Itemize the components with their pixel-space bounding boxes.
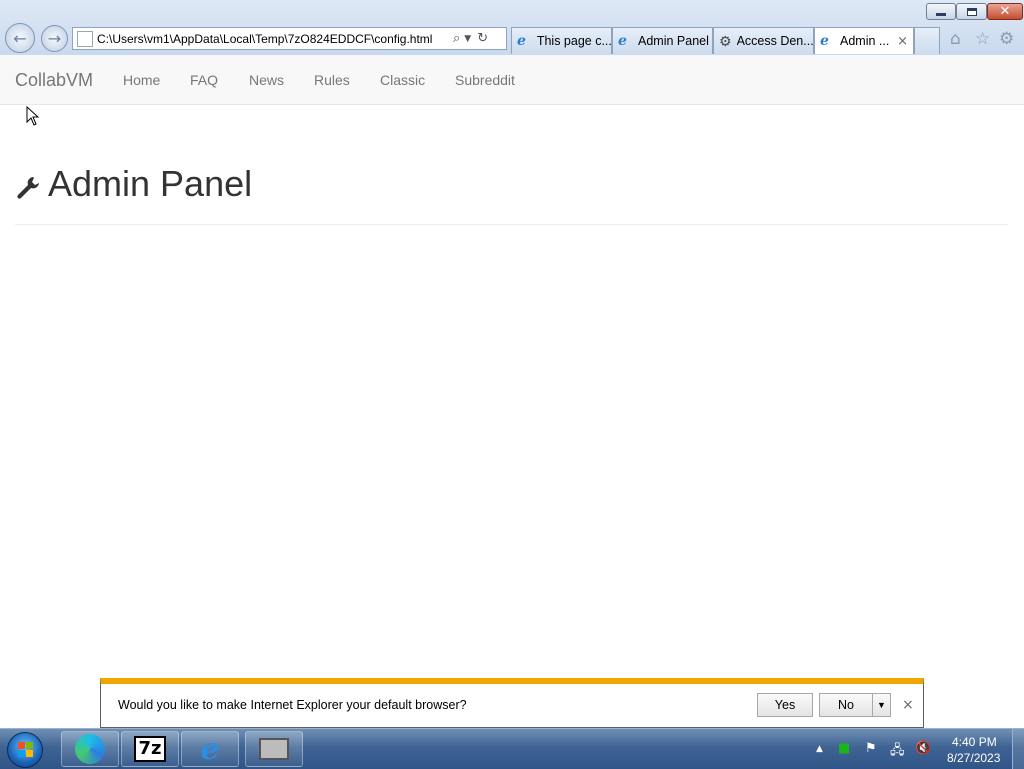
mouse-cursor-icon (26, 106, 40, 126)
gear-icon: ⚙ (719, 32, 732, 49)
close-window-button[interactable]: ✕ (987, 3, 1023, 20)
notification-message: Would you like to make Internet Explorer… (118, 698, 467, 712)
monitor-icon (259, 738, 289, 760)
clock-time[interactable]: 4:40 PM (952, 735, 997, 749)
address-text[interactable]: C:\Users\vm1\AppData\Local\Temp\7zO824ED… (97, 32, 447, 46)
start-button[interactable] (7, 732, 43, 768)
page-icon (77, 30, 93, 47)
nav-faq[interactable]: FAQ (190, 72, 218, 88)
nav-home[interactable]: Home (123, 72, 160, 88)
search-icon[interactable]: ⌕ (453, 31, 460, 46)
tab-label: This page c... (536, 34, 611, 48)
tab-this-page[interactable]: e This page c... (511, 27, 612, 54)
clock-date[interactable]: 8/27/2023 (947, 751, 1000, 765)
home-icon[interactable]: ⌂ (950, 29, 961, 49)
tab-admin-active[interactable]: e Admin ... × (814, 27, 914, 54)
address-bar[interactable]: C:\Users\vm1\AppData\Local\Temp\7zO824ED… (72, 27, 507, 50)
minimize-button[interactable] (926, 3, 956, 20)
ie-icon: e (820, 32, 829, 49)
nav-classic[interactable]: Classic (380, 72, 425, 88)
tab-admin-panel[interactable]: e Admin Panel (612, 27, 713, 54)
refresh-icon[interactable]: ↻ (477, 31, 488, 46)
tab-label: Admin Panel (638, 34, 709, 48)
page-header: Admin Panel (15, 160, 1008, 225)
browser-chrome: ✕ ← → C:\Users\vm1\AppData\Local\Temp\7z… (0, 0, 1024, 56)
ie-icon: e (618, 32, 627, 49)
nav-news[interactable]: News (249, 72, 284, 88)
close-notification-icon[interactable]: × (902, 697, 914, 713)
arrow-left-icon: ← (13, 28, 27, 48)
yes-button[interactable]: Yes (757, 693, 813, 717)
show-desktop-button[interactable] (1012, 729, 1024, 769)
show-hidden-icons-icon[interactable]: ▲ (816, 744, 823, 754)
brand-link[interactable]: CollabVM (15, 70, 93, 91)
tools-gear-icon[interactable]: ⚙ (999, 29, 1014, 49)
restore-icon (966, 7, 977, 16)
nav-rules[interactable]: Rules (314, 72, 350, 88)
site-navbar: CollabVM Home FAQ News Rules Classic Sub… (0, 55, 1024, 105)
back-button[interactable]: ← (5, 23, 35, 53)
default-browser-notification: Would you like to make Internet Explorer… (100, 678, 924, 728)
restore-button[interactable] (956, 3, 987, 20)
minimize-icon (936, 13, 946, 16)
close-tab-icon[interactable]: × (897, 34, 908, 49)
network-icon[interactable]: 🖧 (890, 741, 905, 763)
taskbar-internet-explorer[interactable]: e (181, 731, 239, 767)
taskbar: 7z e ▲ ■ ⚑ 🖧 🔇 4:40 PM 8/27/2023 (0, 728, 1024, 769)
page-title: Admin Panel (48, 163, 253, 204)
taskbar-task-manager[interactable] (245, 731, 303, 767)
edge-icon (75, 734, 105, 764)
nav-subreddit[interactable]: Subreddit (455, 72, 515, 88)
options-dropdown-button[interactable]: ▼ (872, 693, 891, 717)
close-icon: ✕ (999, 4, 1011, 19)
taskbar-7zip[interactable]: 7z (121, 731, 179, 767)
ie-icon: e (517, 32, 526, 49)
7zip-icon: 7z (134, 736, 166, 762)
taskbar-edge[interactable] (61, 731, 119, 767)
no-button[interactable]: No (819, 693, 873, 717)
forward-button[interactable]: → (41, 25, 68, 52)
tab-label: Access Den... (736, 34, 813, 48)
arrow-right-icon: → (47, 29, 62, 48)
action-center-flag-icon[interactable]: ⚑ (865, 741, 877, 756)
chevron-down-icon: ▼ (877, 700, 886, 710)
windows-logo-icon (18, 742, 33, 757)
ie-icon: e (200, 731, 220, 767)
new-tab-button[interactable] (914, 27, 940, 54)
wrench-icon (17, 177, 39, 199)
favorites-star-icon[interactable]: ☆ (975, 29, 990, 49)
volume-muted-icon[interactable]: 🔇 (915, 741, 931, 756)
tray-app-icon[interactable]: ■ (838, 741, 850, 756)
dropdown-icon[interactable]: ▼ (464, 34, 471, 44)
tab-label: Admin ... (840, 34, 890, 48)
tab-access-denied[interactable]: ⚙ Access Den... (713, 27, 814, 54)
